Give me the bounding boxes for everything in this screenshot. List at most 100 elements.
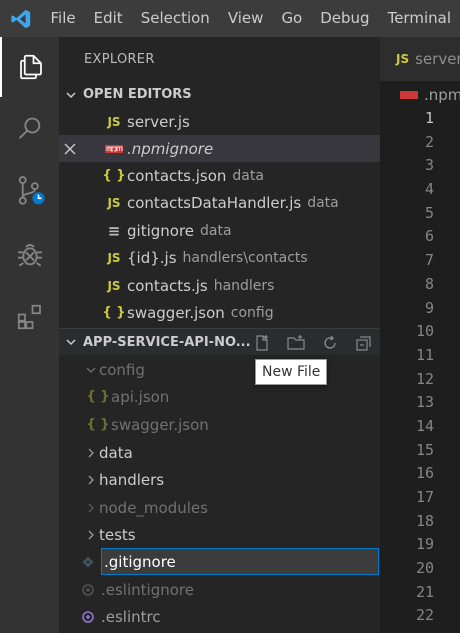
menu-terminal[interactable]: Terminal (379, 0, 460, 37)
npm-icon (400, 91, 418, 99)
menu-go[interactable]: Go (272, 0, 311, 37)
tree-folder-config[interactable]: config (59, 356, 380, 383)
tab-strip: JS server (380, 37, 460, 81)
open-editor-item[interactable]: JS contacts.js handlers (59, 272, 380, 299)
tree-item-label: node_modules (99, 498, 208, 517)
line-number: 13 (415, 393, 434, 412)
eslint-icon (77, 583, 99, 596)
debug-icon[interactable] (0, 225, 59, 285)
chevron-right-icon (83, 530, 99, 540)
tree-item-label: tests (99, 525, 136, 544)
json-file-icon: { } (86, 417, 110, 432)
extensions-icon[interactable] (0, 287, 59, 347)
search-icon[interactable] (0, 99, 59, 159)
tree-folder-tests[interactable]: tests (59, 521, 380, 548)
text-file-icon: ≡ (107, 221, 121, 240)
tab-server-js[interactable]: JS server (380, 37, 460, 81)
line-number: 16 (415, 464, 434, 483)
chevron-right-icon (83, 475, 99, 485)
line-number: 7 (424, 251, 434, 270)
line-number: 3 (424, 156, 434, 175)
open-editor-name: {id}.js (127, 248, 177, 267)
open-editor-folder: handlers (213, 277, 275, 294)
open-editors-label: OPEN EDITORS (83, 87, 192, 102)
open-editors-header[interactable]: OPEN EDITORS (59, 81, 380, 108)
line-number: 15 (415, 440, 434, 459)
js-file-icon: JS (107, 250, 121, 265)
menu-file[interactable]: File (42, 0, 85, 37)
menu-bar: File Edit Selection View Go Debug Termin… (0, 0, 460, 37)
new-file-name-input[interactable] (101, 548, 379, 575)
js-file-icon: JS (107, 195, 121, 210)
open-editor-item[interactable]: JS contactsDataHandler.js data (59, 189, 380, 216)
open-editor-item[interactable]: { } contacts.json data (59, 162, 380, 189)
open-editor-item[interactable]: ≡ gitignore data (59, 217, 380, 244)
collapse-all-icon[interactable] (354, 333, 374, 353)
project-name: APP-SERVICE-API-NO... (83, 334, 251, 350)
tree-item-label: handlers (99, 470, 165, 489)
open-editor-folder: data (200, 222, 232, 239)
open-editor-item[interactable]: { } swagger.json config (59, 299, 380, 326)
refresh-icon[interactable] (320, 333, 340, 353)
open-editor-folder: data (307, 194, 339, 211)
line-number: 5 (424, 203, 434, 222)
explorer-title: EXPLORER (84, 52, 155, 67)
open-editor-name: gitignore (127, 221, 195, 240)
menu-selection[interactable]: Selection (132, 0, 219, 37)
tree-folder-handlers[interactable]: handlers (59, 466, 380, 493)
open-editor-item[interactable]: .npmignore (59, 135, 380, 162)
tree-file-eslintignore[interactable]: .eslintignore (59, 576, 380, 603)
open-editor-name: contacts.js (127, 276, 208, 295)
tree-file-api-json[interactable]: { } api.json (59, 383, 380, 410)
tree-item-label: config (99, 360, 145, 379)
json-file-icon: { } (102, 305, 126, 320)
open-editor-name: .npmignore (127, 139, 214, 158)
line-number: 20 (415, 559, 434, 578)
line-number: 4 (424, 180, 434, 199)
line-number: 1 (424, 109, 434, 127)
chevron-right-icon (83, 448, 99, 458)
tree-folder-node-modules[interactable]: node_modules (59, 494, 380, 521)
tree-item-label: api.json (111, 387, 170, 406)
line-number: 10 (415, 322, 434, 341)
tree-folder-data[interactable]: data (59, 439, 380, 466)
new-folder-icon[interactable] (286, 333, 306, 353)
line-number: 21 (415, 582, 434, 601)
chevron-right-icon (83, 503, 99, 513)
git-file-icon (77, 556, 99, 568)
tree-file-swagger-json[interactable]: { } swagger.json (59, 411, 380, 438)
open-editor-name: contactsDataHandler.js (127, 193, 302, 212)
explorer-sidebar: EXPLORER OPEN EDITORS JS server.js .npmi… (59, 37, 380, 633)
menu-debug[interactable]: Debug (311, 0, 378, 37)
menu-edit[interactable]: Edit (85, 0, 132, 37)
line-number: 8 (424, 274, 434, 293)
breadcrumb[interactable]: .npm (400, 86, 460, 104)
line-number: 19 (415, 535, 434, 554)
explorer-toolbar (252, 329, 374, 356)
source-control-icon[interactable] (0, 161, 59, 221)
close-icon[interactable] (59, 143, 81, 155)
project-header[interactable]: APP-SERVICE-API-NO... (59, 328, 380, 355)
open-editor-item[interactable]: JS {id}.js handlers\contacts (59, 244, 380, 271)
line-number: 11 (415, 345, 434, 364)
new-file-icon[interactable] (252, 333, 272, 353)
tab-label: server (415, 50, 460, 68)
line-number: 18 (415, 511, 434, 530)
tree-item-label: swagger.json (111, 415, 209, 434)
menu-view[interactable]: View (219, 0, 273, 37)
vscode-logo-icon (0, 0, 42, 37)
open-editor-item[interactable]: JS server.js (59, 108, 380, 135)
explorer-icon[interactable] (0, 37, 59, 97)
js-file-icon: JS (396, 52, 410, 66)
new-file-tooltip: New File (255, 359, 328, 385)
json-file-icon: { } (86, 389, 110, 404)
tree-file-eslintrc[interactable]: .eslintrc (59, 603, 380, 630)
open-editor-folder: config (230, 304, 274, 321)
open-editor-folder: handlers\contacts (182, 249, 308, 266)
open-editor-name: server.js (127, 112, 190, 131)
chevron-down-icon (59, 89, 83, 101)
json-file-icon: { } (102, 168, 126, 183)
js-file-icon: JS (107, 278, 121, 293)
activity-bar (0, 37, 59, 633)
open-editor-name: swagger.json (127, 303, 225, 322)
